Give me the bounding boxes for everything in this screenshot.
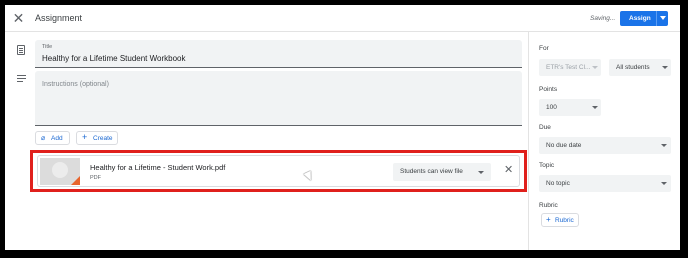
- dropdown-caret-icon: [592, 106, 598, 109]
- dropdown-caret-icon: [661, 182, 667, 185]
- add-button-label: Add: [51, 135, 63, 142]
- settings-panel: For ETR's Test Cl... All students Points…: [528, 32, 680, 250]
- class-select: ETR's Test Cl...: [539, 59, 601, 76]
- due-select[interactable]: No due date: [539, 137, 671, 154]
- create-button[interactable]: + Create: [76, 131, 118, 145]
- points-label: Points: [539, 86, 558, 93]
- title-field-value[interactable]: Healthy for a Lifetime Student Workbook: [42, 54, 185, 63]
- due-label: Due: [539, 124, 551, 131]
- topic-label: Topic: [539, 162, 555, 169]
- dropdown-caret-icon: [661, 144, 667, 147]
- dropdown-caret-icon: [662, 66, 668, 69]
- assign-button[interactable]: Assign: [620, 11, 668, 26]
- for-label: For: [539, 45, 549, 52]
- create-button-label: Create: [93, 135, 113, 142]
- add-button[interactable]: ⌀ Add: [35, 131, 70, 145]
- students-select[interactable]: All students: [609, 59, 671, 76]
- assignment-editor: ✕ Assignment Saving... Assign Title Heal…: [5, 5, 680, 250]
- assign-button-divider: [656, 11, 657, 26]
- attach-icon: ⌀: [41, 135, 46, 142]
- add-icon: +: [546, 215, 551, 224]
- title-field-label: Title: [42, 44, 53, 50]
- class-select-value: ETR's Test Cl...: [546, 64, 591, 71]
- screenshot-frame: ✕ Assignment Saving... Assign Title Heal…: [0, 0, 688, 258]
- add-icon: +: [82, 132, 88, 142]
- add-rubric-button[interactable]: + Rubric: [541, 213, 579, 227]
- topic-select-value: No topic: [546, 180, 570, 187]
- title-field[interactable]: Title Healthy for a Lifetime Student Wor…: [35, 40, 522, 68]
- page-title: Assignment: [35, 13, 83, 23]
- highlight-box: [30, 150, 527, 192]
- topic-select[interactable]: No topic: [539, 175, 671, 192]
- dropdown-caret-icon[interactable]: [660, 16, 666, 20]
- students-select-value: All students: [616, 64, 650, 71]
- rubric-label: Rubric: [539, 202, 558, 209]
- instructions-lines-icon: [17, 75, 26, 83]
- assignment-doc-icon: [17, 45, 25, 55]
- dropdown-caret-icon: [592, 66, 598, 69]
- top-bar: ✕ Assignment Saving... Assign: [5, 5, 680, 32]
- add-rubric-button-label: Rubric: [555, 217, 574, 224]
- points-select[interactable]: 100: [539, 99, 601, 116]
- due-select-value: No due date: [546, 142, 582, 149]
- assign-button-label: Assign: [629, 15, 651, 22]
- close-icon[interactable]: ✕: [12, 11, 25, 25]
- instructions-placeholder: Instructions (optional): [42, 81, 109, 88]
- points-select-value: 100: [546, 104, 557, 111]
- saving-status: Saving...: [590, 15, 616, 22]
- instructions-field[interactable]: Instructions (optional): [35, 71, 522, 126]
